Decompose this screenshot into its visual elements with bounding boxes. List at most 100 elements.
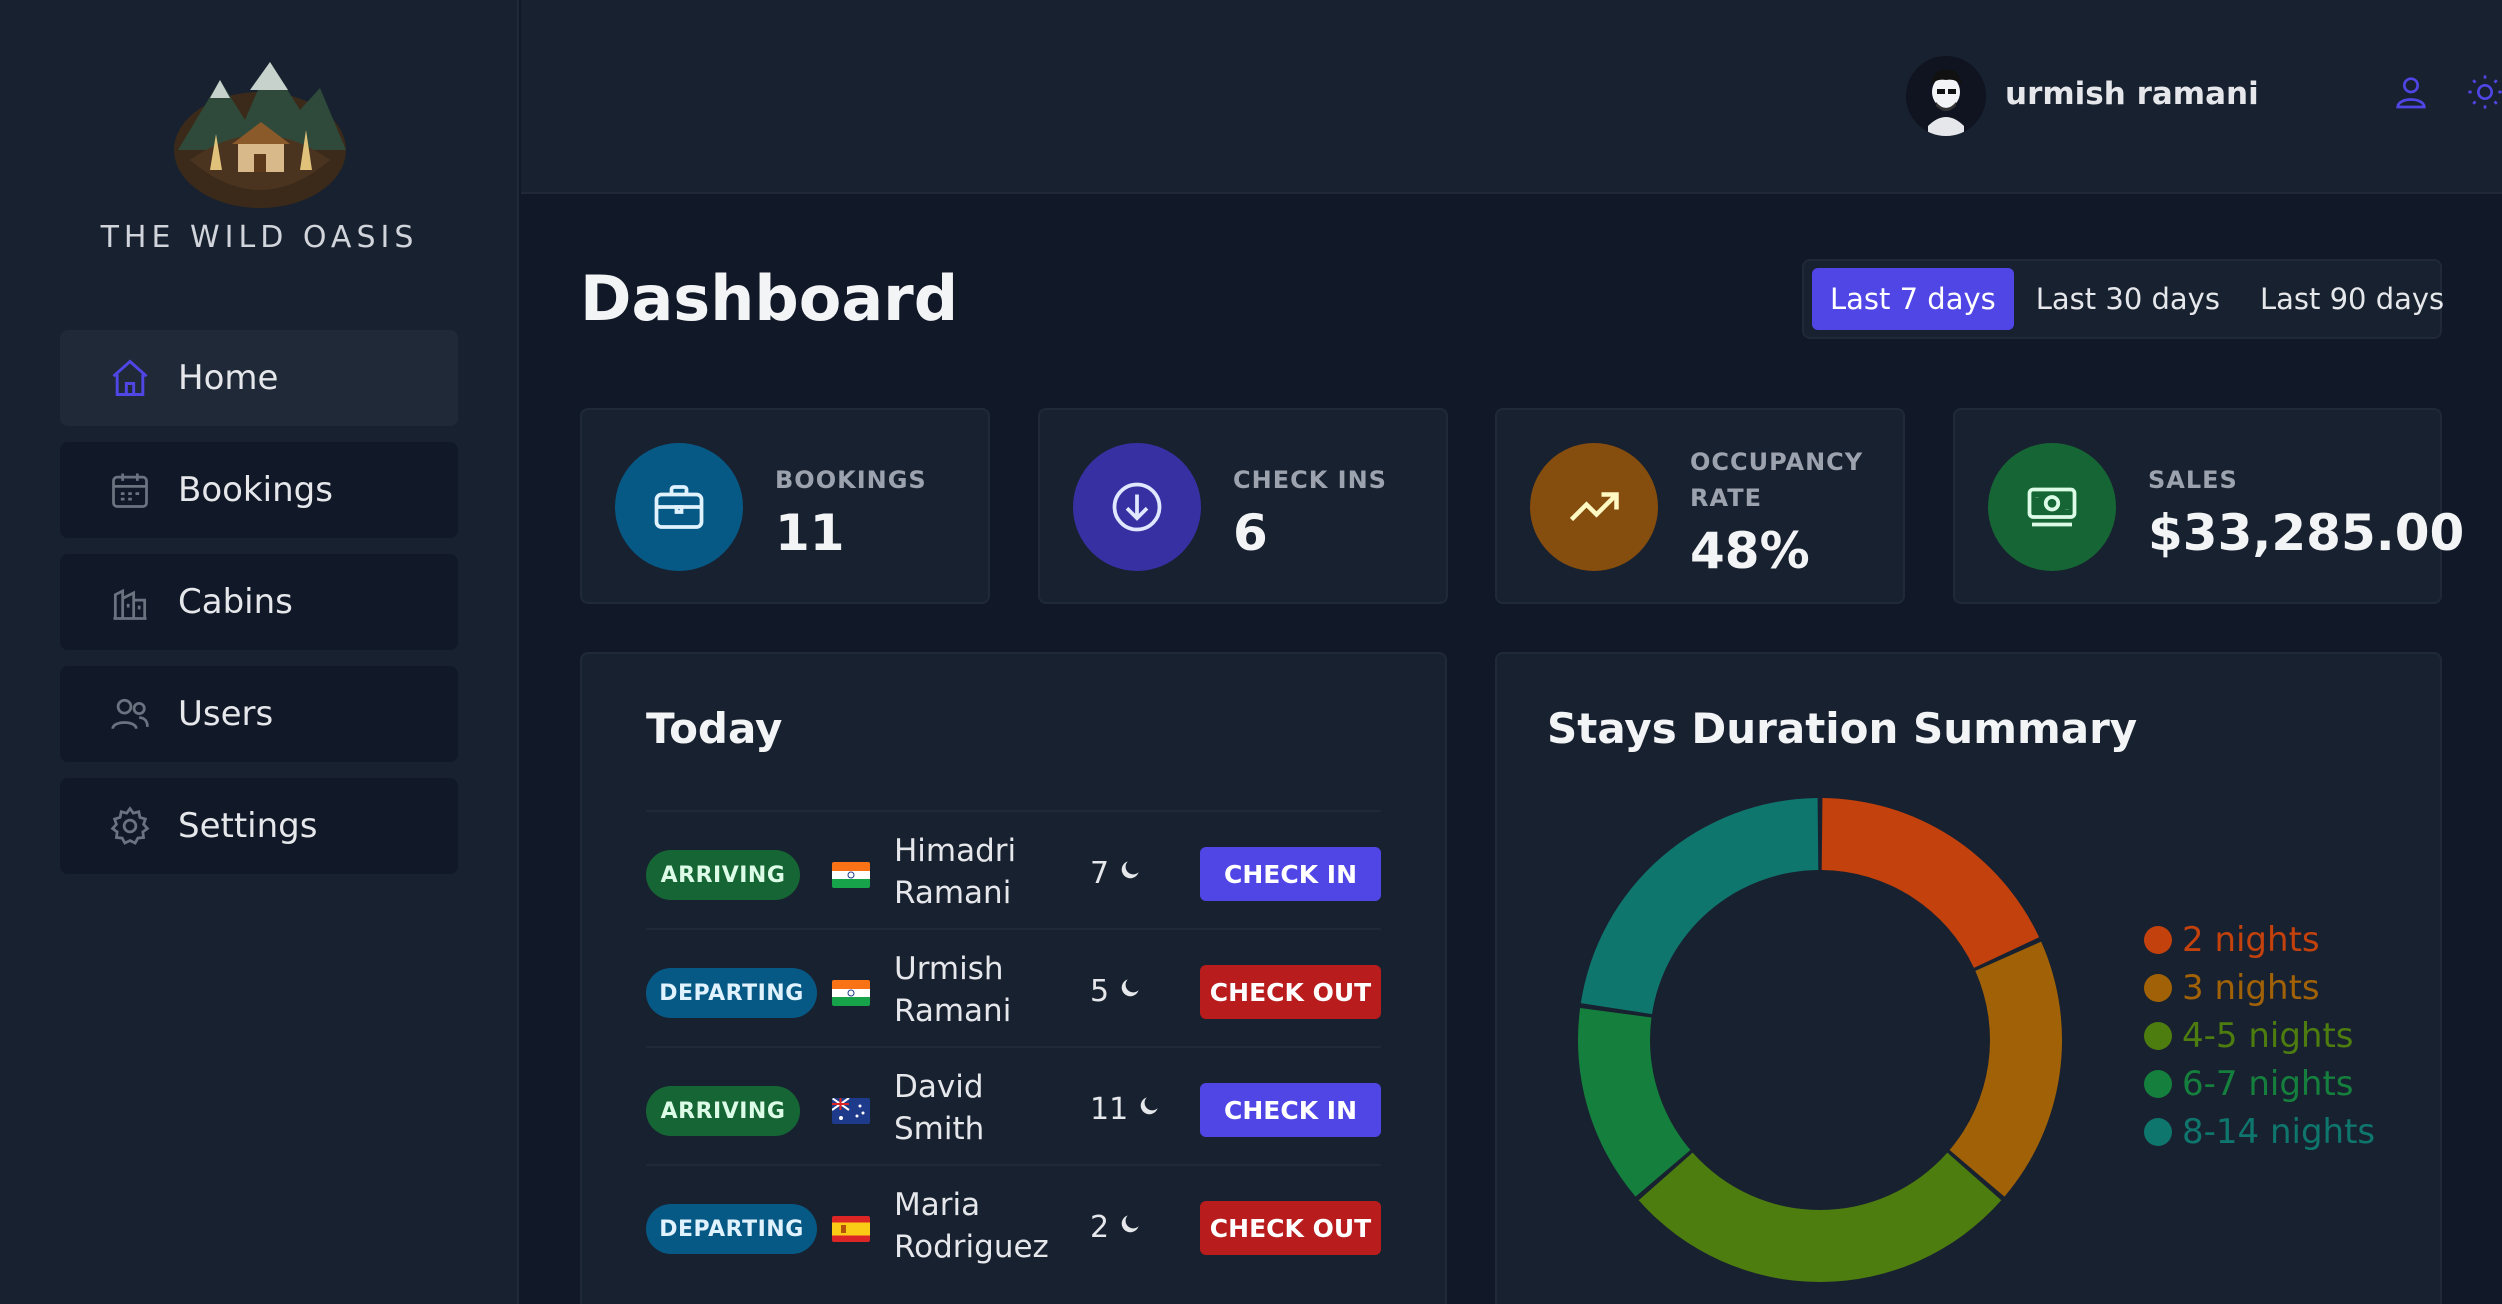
sidebar-item-users[interactable]: Users bbox=[60, 666, 458, 762]
moon-icon bbox=[1117, 974, 1143, 1009]
today-row: ARRIVING David Smith 11 CHECK IN bbox=[646, 1046, 1381, 1164]
moon-icon bbox=[1117, 1210, 1143, 1245]
briefcase-icon bbox=[615, 443, 743, 571]
sun-icon bbox=[2465, 72, 2502, 116]
nights-value: 2 bbox=[1090, 1210, 1110, 1245]
nights-count: 2 bbox=[1090, 1210, 1143, 1245]
arrow-down-circle-icon bbox=[1073, 443, 1201, 571]
status-badge: ARRIVING bbox=[646, 1086, 800, 1136]
logo-image bbox=[174, 62, 346, 208]
legend-label: 2 nights bbox=[2182, 920, 2320, 960]
stat-value: 6 bbox=[1233, 504, 1268, 562]
stays-donut-chart bbox=[1578, 798, 2062, 1282]
user-icon bbox=[2391, 72, 2431, 116]
username: urmish ramani bbox=[2005, 76, 2259, 112]
nights-count: 5 bbox=[1090, 974, 1143, 1009]
status-badge: ARRIVING bbox=[646, 850, 800, 900]
donut-slice-3-nights[interactable] bbox=[1949, 941, 2062, 1197]
status-badge: DEPARTING bbox=[646, 1204, 817, 1254]
today-row: DEPARTING Maria Rodriguez 2 CHECK OUT bbox=[646, 1164, 1381, 1282]
legend-label: 3 nights bbox=[2182, 968, 2320, 1008]
stat-value: 48% bbox=[1690, 522, 1810, 580]
header: urmish ramani bbox=[521, 0, 2502, 194]
guest-first-name: Maria bbox=[894, 1187, 981, 1223]
sidebar-item-cabins[interactable]: Cabins bbox=[60, 554, 458, 650]
check-out-button[interactable]: CHECK OUT bbox=[1200, 965, 1381, 1019]
nights-value: 7 bbox=[1090, 856, 1110, 891]
filter-last-7-days[interactable]: Last 7 days bbox=[1812, 268, 2014, 330]
flag-india-icon bbox=[832, 980, 870, 1006]
legend-swatch bbox=[2144, 926, 2172, 954]
theme-toggle-button[interactable] bbox=[2461, 70, 2502, 118]
sidebar-item-home[interactable]: Home bbox=[60, 330, 458, 426]
legend-item: 6-7 nights bbox=[2144, 1060, 2375, 1108]
trending-up-icon bbox=[1530, 443, 1658, 571]
legend-label: 8-14 nights bbox=[2182, 1112, 2376, 1152]
logo[interactable] bbox=[150, 50, 370, 210]
guest-first-name: David bbox=[894, 1069, 984, 1105]
guest-first-name: Himadri bbox=[894, 833, 1017, 869]
filter-last-90-days[interactable]: Last 90 days bbox=[2242, 268, 2462, 330]
sidebar-item-settings[interactable]: Settings bbox=[60, 778, 458, 874]
moon-icon bbox=[1136, 1092, 1162, 1127]
stat-bookings: BOOKINGS 11 bbox=[580, 408, 990, 604]
donut-slice-2-nights[interactable] bbox=[1821, 798, 2040, 968]
cabins-icon bbox=[108, 580, 152, 624]
today-row: ARRIVING Himadri Ramani 7 CHECK IN bbox=[646, 810, 1381, 928]
sidebar: THE WILD OASIS Home Bookings Cabins User… bbox=[0, 0, 519, 1304]
guest-name: Urmish Ramani bbox=[894, 948, 1064, 1032]
nights-count: 7 bbox=[1090, 856, 1143, 891]
page-title: Dashboard bbox=[580, 262, 959, 335]
check-in-button[interactable]: CHECK IN bbox=[1200, 1083, 1381, 1137]
check-out-button[interactable]: CHECK OUT bbox=[1200, 1201, 1381, 1255]
stat-occupancy-rate: OCCUPANCY RATE 48% bbox=[1495, 408, 1905, 604]
chart-legend: 2 nights 3 nights 4-5 nights 6-7 nights 8-14… bbox=[2144, 916, 2375, 1156]
sidebar-item-bookings[interactable]: Bookings bbox=[60, 442, 458, 538]
legend-item: 2 nights bbox=[2144, 916, 2375, 964]
sidebar-item-label: Bookings bbox=[178, 470, 333, 510]
guest-last-name: Ramani bbox=[894, 875, 1012, 911]
home-icon bbox=[108, 356, 152, 400]
legend-swatch bbox=[2144, 1118, 2172, 1146]
account-button[interactable] bbox=[2387, 70, 2435, 118]
filter-last-30-days[interactable]: Last 30 days bbox=[2018, 268, 2238, 330]
guest-last-name: Rodriguez bbox=[894, 1229, 1049, 1265]
stat-label-line: OCCUPANCY bbox=[1690, 448, 1864, 476]
guest-name: Himadri Ramani bbox=[894, 830, 1064, 914]
legend-label: 6-7 nights bbox=[2182, 1064, 2354, 1104]
guest-last-name: Smith bbox=[894, 1111, 985, 1147]
legend-swatch bbox=[2144, 1070, 2172, 1098]
sidebar-item-label: Users bbox=[178, 694, 274, 734]
nights-value: 5 bbox=[1090, 974, 1110, 1009]
legend-item: 8-14 nights bbox=[2144, 1108, 2375, 1156]
nights-value: 11 bbox=[1090, 1092, 1129, 1127]
flag-spain-icon bbox=[832, 1216, 870, 1242]
donut-slice-6-7-nights[interactable] bbox=[1578, 1007, 1691, 1197]
avatar bbox=[1906, 56, 1986, 136]
flag-australia-icon bbox=[832, 1098, 870, 1124]
sidebar-item-label: Settings bbox=[178, 806, 318, 846]
sidebar-item-label: Home bbox=[178, 358, 279, 398]
sidebar-item-label: Cabins bbox=[178, 582, 293, 622]
guest-name: Maria Rodriguez bbox=[894, 1184, 1064, 1268]
brand-name: THE WILD OASIS bbox=[100, 220, 419, 255]
stat-label: BOOKINGS bbox=[775, 466, 927, 494]
users-icon bbox=[108, 692, 152, 736]
stat-label: OCCUPANCY RATE bbox=[1690, 444, 1863, 516]
stat-value: $33,285.00 bbox=[2148, 504, 2465, 562]
donut-slice-8-14-nights[interactable] bbox=[1580, 798, 1819, 1015]
stat-label: CHECK INS bbox=[1233, 466, 1387, 494]
legend-item: 4-5 nights bbox=[2144, 1012, 2375, 1060]
stat-check-ins: CHECK INS 6 bbox=[1038, 408, 1448, 604]
donut-slice-4-5-nights[interactable] bbox=[1638, 1152, 2002, 1282]
stat-label-line: RATE bbox=[1690, 484, 1762, 512]
date-filter: Last 7 days Last 30 days Last 90 days bbox=[1802, 259, 2444, 339]
check-in-button[interactable]: CHECK IN bbox=[1200, 847, 1381, 901]
guest-last-name: Ramani bbox=[894, 993, 1012, 1029]
nights-count: 11 bbox=[1090, 1092, 1162, 1127]
flag-india-icon bbox=[832, 862, 870, 888]
main-nav: Home Bookings Cabins Users Settings bbox=[60, 330, 458, 890]
today-row: DEPARTING Urmish Ramani 5 CHECK OUT bbox=[646, 928, 1381, 1046]
legend-swatch bbox=[2144, 974, 2172, 1002]
legend-item: 3 nights bbox=[2144, 964, 2375, 1012]
